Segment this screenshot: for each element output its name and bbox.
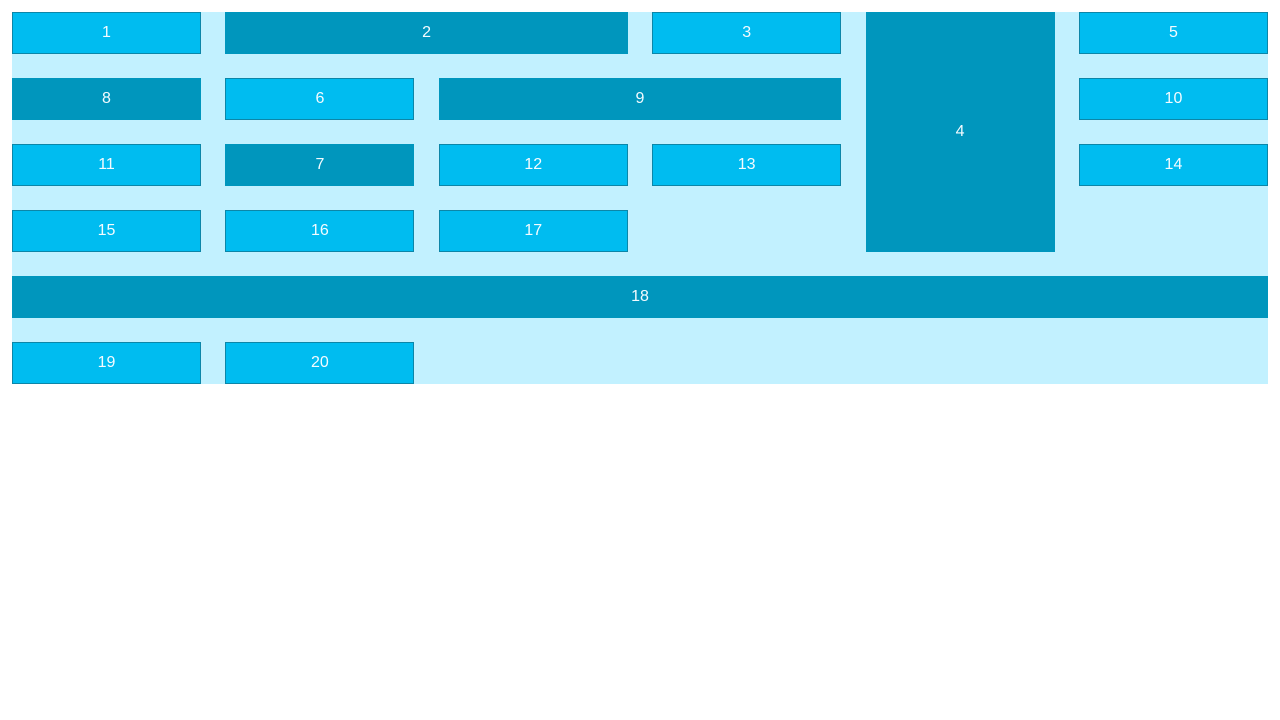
grid-item-16: 16 — [225, 210, 415, 252]
grid-container: 1 2 3 4 5 8 6 9 10 11 7 12 13 14 15 16 1… — [12, 12, 1268, 384]
grid-item-11: 11 — [12, 144, 201, 186]
grid-item-14: 14 — [1078, 144, 1268, 186]
grid-item-20: 20 — [225, 342, 415, 384]
grid-item-10: 10 — [1078, 78, 1268, 120]
grid-item-8: 8 — [12, 78, 201, 120]
grid-item-1: 1 — [12, 12, 201, 54]
grid-item-6: 6 — [225, 78, 415, 120]
grid-item-2: 2 — [225, 12, 628, 54]
grid-item-7: 7 — [225, 144, 415, 186]
grid-item-3: 3 — [652, 12, 842, 54]
grid-item-4: 4 — [865, 12, 1055, 252]
grid-item-5: 5 — [1078, 12, 1268, 54]
grid-item-15: 15 — [12, 210, 201, 252]
grid-item-18: 18 — [12, 276, 1268, 318]
grid-item-19: 19 — [12, 342, 201, 384]
grid-item-13: 13 — [652, 144, 842, 186]
grid-item-17: 17 — [438, 210, 628, 252]
grid-item-9: 9 — [438, 78, 842, 120]
grid-item-12: 12 — [438, 144, 628, 186]
